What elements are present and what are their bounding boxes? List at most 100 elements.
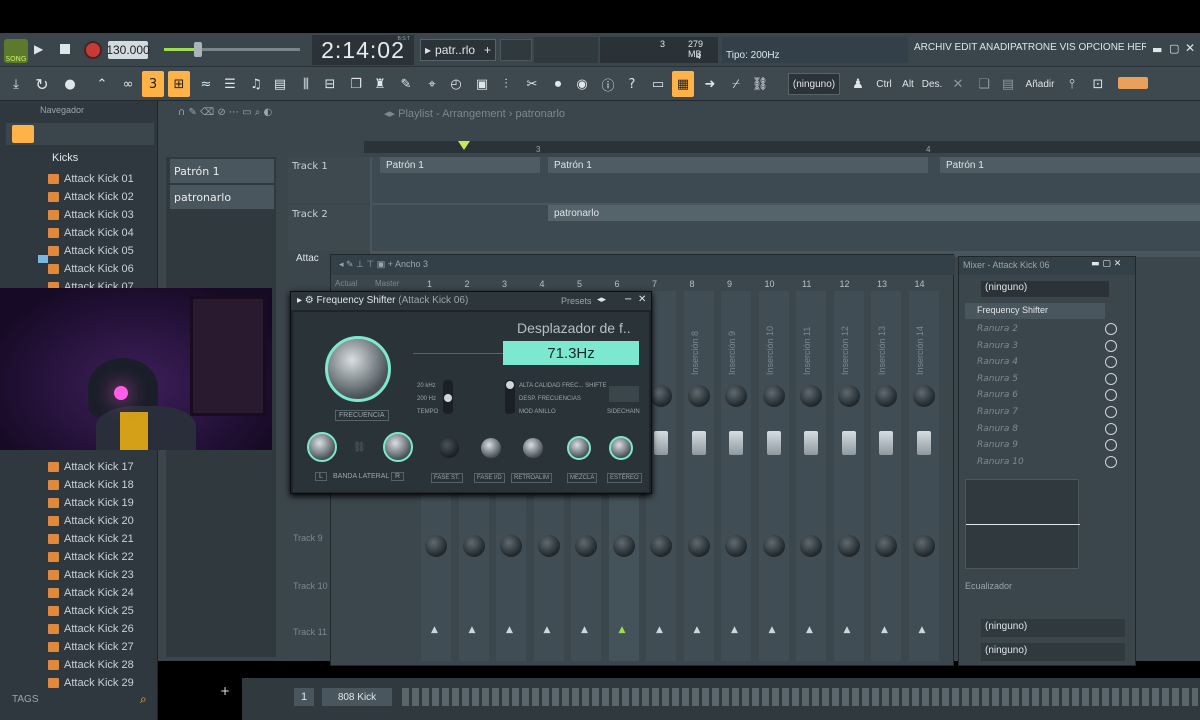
stereo-knob[interactable] [609, 436, 633, 460]
slot-toggle-icon[interactable] [1105, 406, 1117, 418]
phase-id-knob[interactable] [481, 438, 501, 458]
pattern-clip[interactable]: Patrón 1 [380, 157, 540, 173]
mixer-route-arrow-icon[interactable]: ▲ [619, 625, 626, 635]
output-select-1[interactable]: (ninguno) [981, 619, 1125, 637]
des-button[interactable]: Des. [920, 71, 944, 97]
mixer-route-arrow-icon[interactable]: ▲ [506, 625, 513, 635]
clipboard-icon[interactable]: ▤ [996, 71, 1020, 97]
main-menu[interactable]: ARCHIV EDIT AÑADIPATRONE VIS OPCIONE HER… [914, 42, 1146, 56]
browser-file-item[interactable]: Attack Kick 23 [48, 566, 134, 583]
effect-slot-1[interactable]: Frequency Shifter [965, 303, 1105, 319]
plugin-icon[interactable]: ♜ [368, 71, 392, 97]
mixer-strip-number[interactable]: 5 [577, 279, 582, 289]
mixer-route-arrow-icon[interactable]: ▲ [881, 625, 888, 635]
browser-file-item[interactable]: Attack Kick 06 [48, 260, 134, 277]
sidechain-box[interactable] [609, 386, 639, 402]
loop-icon[interactable]: ∞ [116, 71, 140, 97]
wave-icon[interactable]: ≈ [194, 71, 218, 97]
add-channel-icon[interactable]: + [220, 684, 230, 698]
slot-toggle-icon[interactable] [1105, 455, 1117, 468]
pattern-clip[interactable]: Patrón 1 [940, 157, 1200, 173]
link-icon[interactable]: ⛓ [748, 71, 772, 97]
song-mode-toggle[interactable]: SONG [4, 39, 28, 63]
snap-icon[interactable]: ▦ [672, 71, 694, 97]
mixer-strip-number[interactable]: 8 [690, 279, 695, 289]
mixer-volume-fader[interactable] [841, 431, 856, 455]
play-icon[interactable]: ▶ [34, 42, 48, 56]
plugin-minimize-icon[interactable]: − [624, 294, 632, 305]
pattern-item[interactable]: patronarlo [170, 185, 274, 209]
mixer-route-arrow-icon[interactable]: ▲ [469, 625, 476, 635]
metronome-icon[interactable]: ⌃ [90, 71, 114, 97]
mixer-pan-knob[interactable] [800, 385, 822, 407]
record-button[interactable] [84, 41, 102, 59]
track-name-2[interactable]: Track 2 [288, 205, 370, 251]
mixer-strip-number[interactable]: 11 [802, 279, 811, 289]
close-x-icon[interactable]: ✕ [946, 71, 970, 97]
mixer-icon[interactable]: ⫼ [294, 71, 318, 97]
mixer-strip-number[interactable]: 10 [765, 279, 775, 289]
mixer-strip-number[interactable]: 6 [615, 279, 620, 289]
mixer-pan-knob[interactable] [875, 385, 897, 407]
slot-toggle-icon[interactable] [1105, 372, 1117, 385]
mixer-route-arrow-icon[interactable]: ▲ [844, 625, 851, 635]
slot-toggle-icon[interactable] [1105, 323, 1117, 335]
browser-tab-all-icon[interactable] [12, 125, 34, 143]
browser-file-item[interactable]: Attack Kick 28 [48, 656, 134, 673]
mixer-route-arrow-icon[interactable]: ▲ [656, 625, 663, 635]
mixer-strip-number[interactable]: 2 [465, 279, 470, 289]
mixer-route-arrow-icon[interactable]: ▲ [731, 625, 738, 635]
mixer-route-arrow-icon[interactable]: ▲ [581, 625, 588, 635]
maximize-icon[interactable]: ▢ [1169, 42, 1179, 55]
copy-icon[interactable]: ❐ [344, 71, 368, 97]
frequency-value-display[interactable]: 71.3Hz [503, 341, 639, 365]
left-knob[interactable] [307, 432, 337, 462]
mixer-send-knob[interactable] [837, 535, 860, 557]
mixer-volume-fader[interactable] [879, 431, 893, 455]
browser-file-item[interactable]: Attack Kick 18 [48, 476, 134, 493]
phase-st-knob[interactable] [439, 438, 459, 458]
browser-icon[interactable]: ⊟ [318, 71, 342, 97]
mic-icon[interactable]: ⏺ [546, 71, 570, 97]
cart-icon[interactable]: ⊡ [1086, 71, 1110, 97]
playlist-icon[interactable]: ☰ [218, 71, 242, 97]
sliders-icon[interactable]: ⫶ [494, 71, 518, 97]
mix-knob[interactable] [567, 436, 591, 460]
mixer-route-arrow-icon[interactable]: ▲ [769, 625, 776, 635]
info-icon[interactable]: ⓘ [596, 71, 620, 97]
pattern-selector[interactable]: ▸ patr..rlo + [420, 39, 496, 61]
mixer-send-knob[interactable] [425, 535, 447, 557]
presets-button[interactable]: Presets [561, 296, 592, 306]
pattern-clip[interactable]: Patrón 1 [548, 157, 928, 173]
ctrl-button[interactable]: Ctrl [872, 71, 896, 97]
save-icon[interactable]: ▣ [470, 71, 494, 97]
scissors-icon[interactable]: ✂ [520, 71, 544, 97]
kicks-folder[interactable]: Kicks [52, 152, 78, 164]
options-switch[interactable] [505, 380, 515, 414]
mixer-current-tab[interactable]: Actual [335, 279, 357, 288]
mixer-pan-knob[interactable] [837, 385, 860, 407]
mixer-send-knob[interactable] [687, 535, 710, 557]
playlist-tools[interactable]: ∩ ✎ ⌫ ⊘ ⋯ ▭ ⌕ ◐ [178, 107, 272, 118]
pattern-item[interactable]: Patrón 1 [170, 159, 274, 183]
option-label[interactable]: ALTA CALIDAD FREC... SHIFTE [519, 383, 606, 389]
brush-icon[interactable]: ⌿ [724, 71, 748, 97]
preset-prev-icon[interactable]: ◂▸ [597, 295, 606, 305]
browser-file-item[interactable]: Attack Kick 26 [48, 620, 134, 637]
refresh-icon[interactable]: ↻ [30, 71, 54, 97]
channel-number[interactable]: 1 [294, 688, 314, 706]
mixer-strip-number[interactable]: 13 [877, 279, 887, 289]
stop-icon[interactable] [60, 44, 70, 54]
mixer-route-arrow-icon[interactable]: ▲ [544, 625, 551, 635]
typing-keyboard-icon[interactable]: ⊞ [168, 71, 190, 97]
help-icon[interactable]: ? [620, 71, 644, 97]
right-knob[interactable] [383, 432, 413, 462]
tag-icon[interactable]: ⌖ [420, 71, 444, 97]
mixer-master-tab[interactable]: Master [375, 279, 399, 288]
timeline-ruler[interactable] [364, 141, 1200, 153]
mixer-volume-fader[interactable] [691, 431, 706, 455]
mixer-route-arrow-icon[interactable]: ▲ [806, 625, 813, 635]
browser-file-item[interactable]: Attack Kick 03 [48, 206, 134, 223]
pen-icon[interactable]: ✎ [394, 71, 418, 97]
browser-file-item[interactable]: Attack Kick 20 [48, 512, 134, 529]
